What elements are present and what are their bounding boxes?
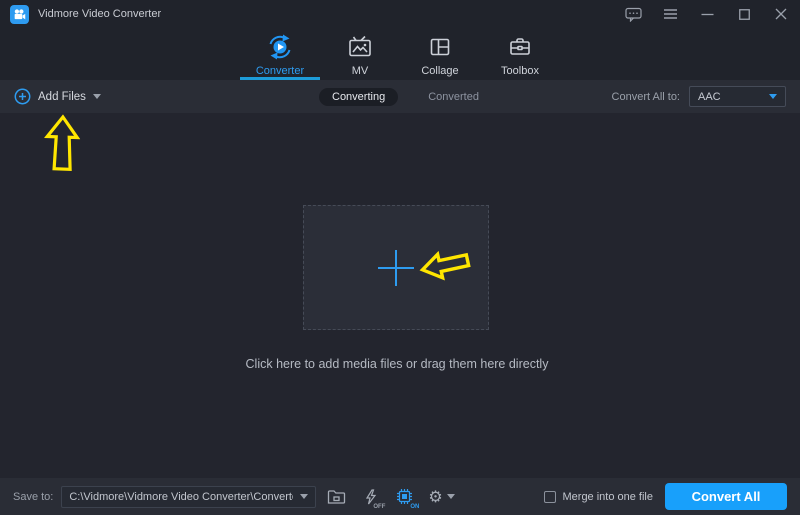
tab-toolbox-label: Toolbox [501, 65, 539, 77]
save-path-value: C:\Vidmore\Vidmore Video Converter\Conve… [62, 491, 293, 503]
add-media-plus-icon [376, 248, 416, 288]
tab-mv[interactable]: MV [320, 28, 400, 80]
hardware-accel-state: OFF [373, 504, 385, 510]
yellow-up-arrow-annotation [43, 113, 81, 172]
merge-checkbox[interactable] [544, 491, 556, 503]
open-folder-icon [327, 489, 346, 505]
app-logo-icon [10, 5, 29, 24]
feedback-comment-icon[interactable] [624, 5, 642, 23]
toolbox-briefcase-icon [508, 34, 532, 60]
save-path-caret-icon [293, 494, 315, 499]
output-format-select[interactable]: AAC [689, 86, 786, 107]
open-folder-button[interactable] [323, 484, 350, 510]
converting-converted-tabs: Converting Converted [319, 80, 479, 113]
bottom-bar: Save to: C:\Vidmore\Vidmore Video Conver… [0, 478, 800, 515]
tab-toolbox[interactable]: Toolbox [480, 28, 560, 80]
add-files-button[interactable]: Add Files [14, 88, 101, 105]
tab-converted[interactable]: Converted [428, 91, 479, 103]
title-bar: Vidmore Video Converter [0, 0, 800, 28]
tab-collage-label: Collage [421, 65, 458, 77]
format-caret-icon [769, 94, 777, 99]
save-path-select[interactable]: C:\Vidmore\Vidmore Video Converter\Conve… [61, 486, 316, 508]
settings-caret-icon [447, 494, 455, 499]
window-controls [624, 5, 790, 23]
tab-collage[interactable]: Collage [400, 28, 480, 80]
tab-converter[interactable]: Converter [240, 28, 320, 80]
tab-converter-label: Converter [256, 65, 304, 77]
hamburger-menu-icon[interactable] [661, 5, 679, 23]
convert-all-to-label: Convert All to: [612, 91, 680, 103]
lightning-bolt-icon [364, 489, 378, 505]
main-nav: Converter MV Collage Toolbox [0, 28, 800, 80]
collage-grid-icon [428, 34, 452, 60]
add-files-plus-circle-icon [14, 88, 31, 105]
hardware-accel-toggle[interactable]: OFF [357, 484, 384, 510]
output-format-value: AAC [698, 91, 721, 103]
add-files-label: Add Files [38, 91, 86, 103]
file-list-area: Click here to add media files or drag th… [0, 113, 800, 478]
settings-button[interactable]: ⚙ [428, 489, 454, 505]
add-files-caret-icon [93, 94, 101, 99]
tab-mv-label: MV [352, 65, 369, 77]
merge-label: Merge into one file [563, 491, 654, 503]
convert-all-to-group: Convert All to: AAC [612, 86, 786, 107]
dropzone-hint-text: Click here to add media files or drag th… [0, 357, 794, 371]
convert-all-button[interactable]: Convert All [665, 483, 787, 510]
file-toolbar: Add Files Converting Converted Convert A… [0, 80, 800, 113]
gpu-accel-toggle[interactable]: ON [391, 484, 418, 510]
save-to-label: Save to: [13, 491, 53, 503]
tab-converting[interactable]: Converting [319, 88, 398, 106]
gpu-chip-icon [396, 488, 413, 505]
minimize-icon[interactable] [698, 5, 716, 23]
mv-tv-icon [348, 34, 372, 60]
maximize-icon[interactable] [735, 5, 753, 23]
converter-refresh-play-icon [267, 34, 293, 60]
close-icon[interactable] [772, 5, 790, 23]
merge-group: Merge into one file [544, 491, 654, 503]
gear-icon: ⚙ [428, 489, 442, 505]
gpu-accel-state: ON [410, 504, 419, 510]
window-title: Vidmore Video Converter [38, 8, 161, 20]
